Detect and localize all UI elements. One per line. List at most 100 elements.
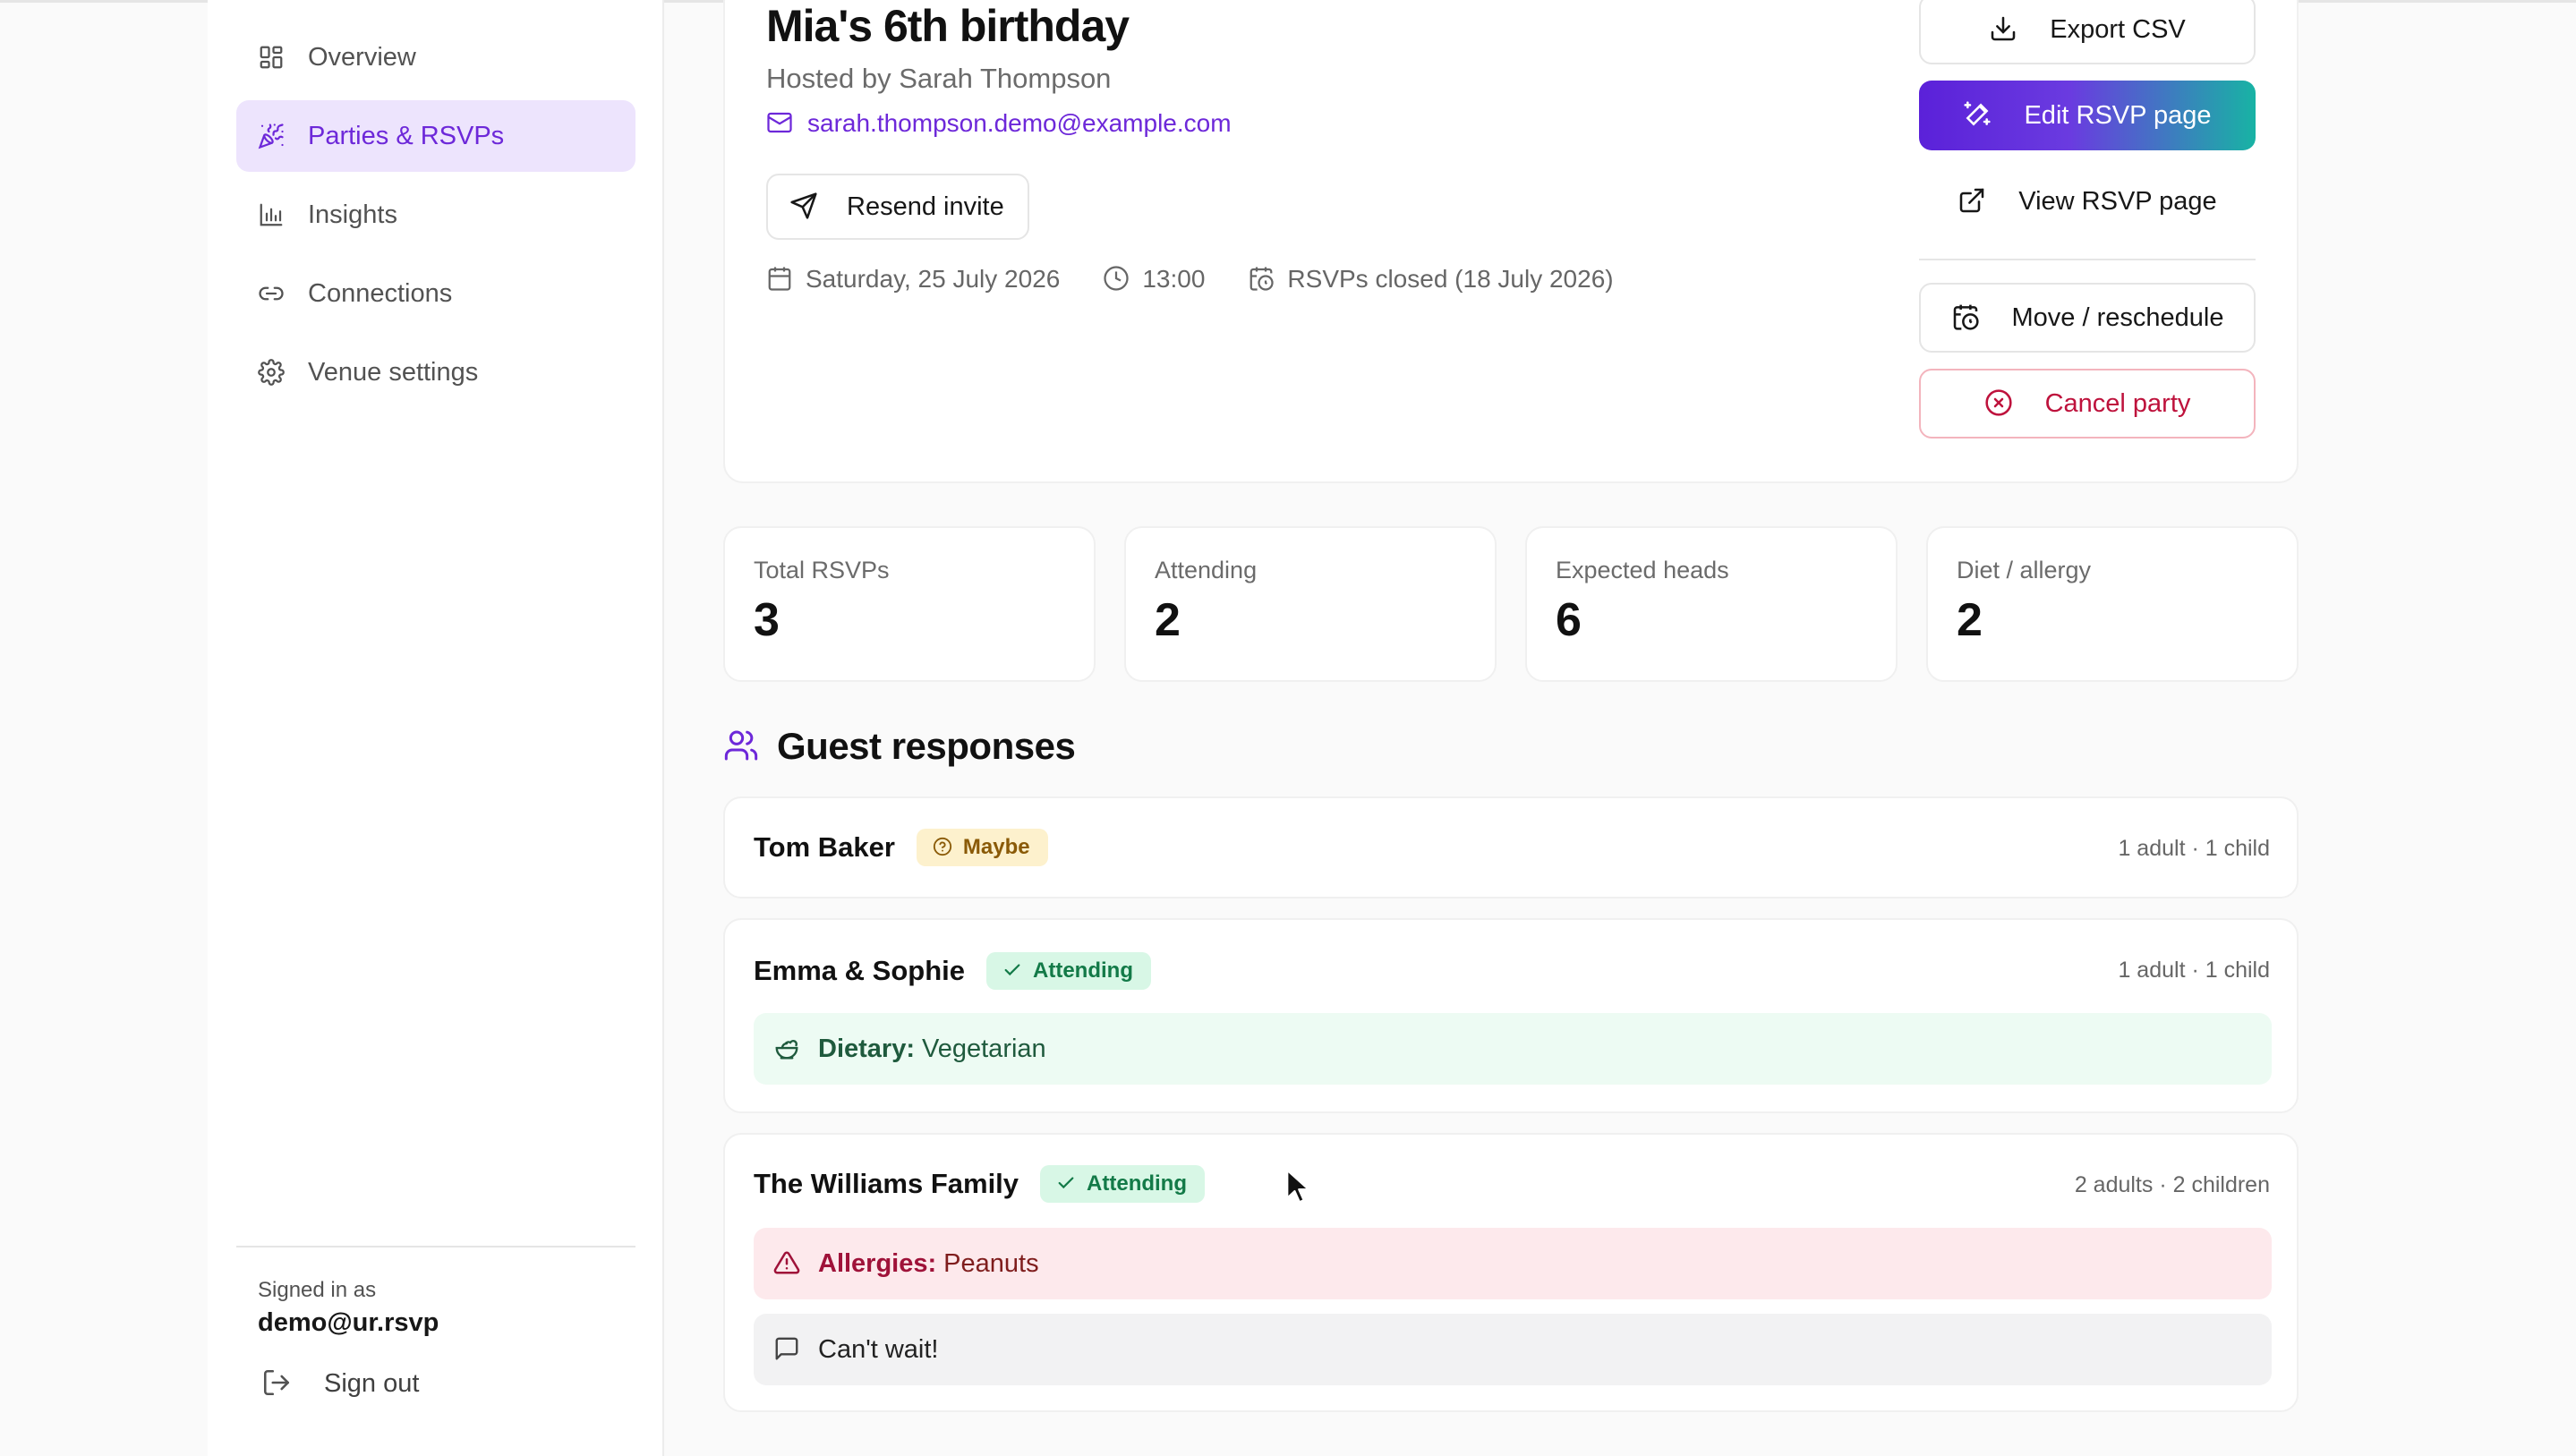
stat-label: Diet / allergy [1957,557,2092,583]
sidebar-item-venue-settings[interactable]: Venue settings [236,336,635,408]
message-square-icon [773,1335,802,1364]
x-circle-icon [1984,388,2015,419]
page-title: Mia's 6th birthday [766,1,1130,51]
party-meta: Saturday, 25 July 2026 13:00 RSVPs close… [766,265,1657,294]
guest-count: 2 adults · 2 children [2074,1172,2270,1197]
allergy-label: Allergies: [818,1248,937,1278]
salad-icon [773,1035,802,1063]
external-link-icon [1958,186,1988,217]
alert-triangle-icon [773,1249,802,1278]
edit-rsvp-page-button[interactable]: Edit RSVP page [1919,81,2256,150]
stat-label: Expected heads [1556,557,1729,583]
resend-invite-button[interactable]: Resend invite [766,174,1029,240]
signed-in-label: Signed in as [258,1278,377,1302]
sidebar-item-label: Connections [308,278,453,308]
dietary-value: Vegetarian [922,1034,1046,1063]
send-icon [789,192,820,222]
party-date: Saturday, 25 July 2026 [766,265,1060,294]
calendar-clock-icon [1248,265,1276,294]
guest-name: Tom Baker [754,831,895,863]
host-name: Hosted by Sarah Thompson [766,63,1112,94]
status-badge-label: Attending [1087,1171,1188,1196]
sidebar-item-parties-rsvps[interactable]: Parties & RSVPs [236,100,635,172]
status-badge: Attending [986,952,1151,990]
party-popper-icon [256,121,286,151]
list-item[interactable]: Tom Baker Maybe 1 adult · 1 child [723,796,2299,898]
party-time: 13:00 [1103,265,1205,294]
status-badge-label: Maybe [962,835,1030,859]
stat-value: 6 [1556,594,1582,646]
list-item[interactable]: The Williams Family Attending 2 adults ·… [723,1133,2299,1412]
dietary-label: Dietary: [818,1034,915,1063]
help-circle-icon [933,837,954,858]
gear-icon [256,357,286,387]
stat-diet-allergy: Diet / allergy 2 [1926,526,2299,682]
calendar-clock-icon [1951,302,1982,333]
stat-attending: Attending 2 [1124,526,1497,682]
sidebar-item-label: Venue settings [308,357,479,387]
move-reschedule-button[interactable]: Move / reschedule [1919,283,2256,353]
calendar-icon [766,265,795,294]
list-item[interactable]: Emma & Sophie Attending 1 adult · 1 chil… [723,918,2299,1113]
status-badge: Attending [1040,1165,1206,1203]
status-badge-label: Attending [1033,958,1133,983]
guest-message-text: Can't wait! [818,1334,939,1364]
log-out-icon [261,1367,294,1400]
allergy-value: Peanuts [943,1248,1039,1278]
signed-in-email: demo@ur.rsvp [258,1308,439,1337]
allergy-note: Allergies: Peanuts [754,1228,2272,1299]
stat-expected-heads: Expected heads 6 [1525,526,1898,682]
check-icon [1002,960,1024,982]
guest-message: Can't wait! [754,1314,2272,1385]
stat-value: 2 [1957,594,1983,646]
dietary-note: Dietary: Vegetarian [754,1013,2272,1085]
dashboard-icon [256,42,286,72]
guest-name: Emma & Sophie [754,955,965,986]
party-time-text: 13:00 [1142,265,1206,293]
guest-name: The Williams Family [754,1168,1019,1199]
host-email-text: sarah.thompson.demo@example.com [807,109,1232,137]
move-reschedule-label: Move / reschedule [2011,302,2224,332]
sidebar-item-label: Insights [308,200,397,229]
link-icon [256,278,286,309]
rsvp-status: RSVPs closed (18 July 2026) [1248,265,1614,294]
sidebar-item-label: Parties & RSVPs [308,121,505,150]
view-rsvp-page-label: View RSVP page [2018,186,2217,216]
stat-value: 3 [754,594,780,646]
export-csv-label: Export CSV [2050,14,2186,44]
download-icon [1989,14,2019,45]
party-date-text: Saturday, 25 July 2026 [806,265,1061,293]
stat-label: Attending [1155,557,1258,583]
sidebar-divider [236,1246,635,1247]
rsvp-status-text: RSVPs closed (18 July 2026) [1287,265,1614,293]
sidebar-item-overview[interactable]: Overview [236,21,635,93]
resend-invite-label: Resend invite [847,192,1004,221]
cancel-party-label: Cancel party [2044,388,2191,418]
magic-wand-icon [1963,100,1993,131]
sidebar: Overview Parties & RSVPs Insights Connec… [208,0,664,1456]
check-icon [1056,1173,1078,1195]
sidebar-item-insights[interactable]: Insights [236,179,635,251]
view-rsvp-page-button[interactable]: View RSVP page [1919,166,2256,236]
actions-divider [1919,259,2256,260]
edit-rsvp-page-label: Edit RSVP page [2024,100,2212,130]
stat-total-rsvps: Total RSVPs 3 [723,526,1096,682]
guest-count: 1 adult · 1 child [2118,958,2270,983]
clock-icon [1103,265,1131,294]
mail-icon [766,109,795,138]
sidebar-item-label: Overview [308,42,416,72]
host-email-link[interactable]: sarah.thompson.demo@example.com [766,109,1232,138]
guest-count: 1 adult · 1 child [2118,836,2270,861]
guest-responses-title: Guest responses [777,725,1076,767]
sidebar-item-connections[interactable]: Connections [236,258,635,329]
users-icon [723,728,761,765]
stat-value: 2 [1155,594,1181,646]
export-csv-button[interactable]: Export CSV [1919,0,2256,64]
stat-label: Total RSVPs [754,557,890,583]
bar-chart-icon [256,200,286,230]
mouse-cursor-icon [1286,1169,1309,1204]
guest-responses-heading: Guest responses [723,725,1076,768]
cancel-party-button[interactable]: Cancel party [1919,369,2256,439]
status-badge: Maybe [916,829,1048,866]
sign-out-button[interactable]: Sign out [261,1367,419,1400]
